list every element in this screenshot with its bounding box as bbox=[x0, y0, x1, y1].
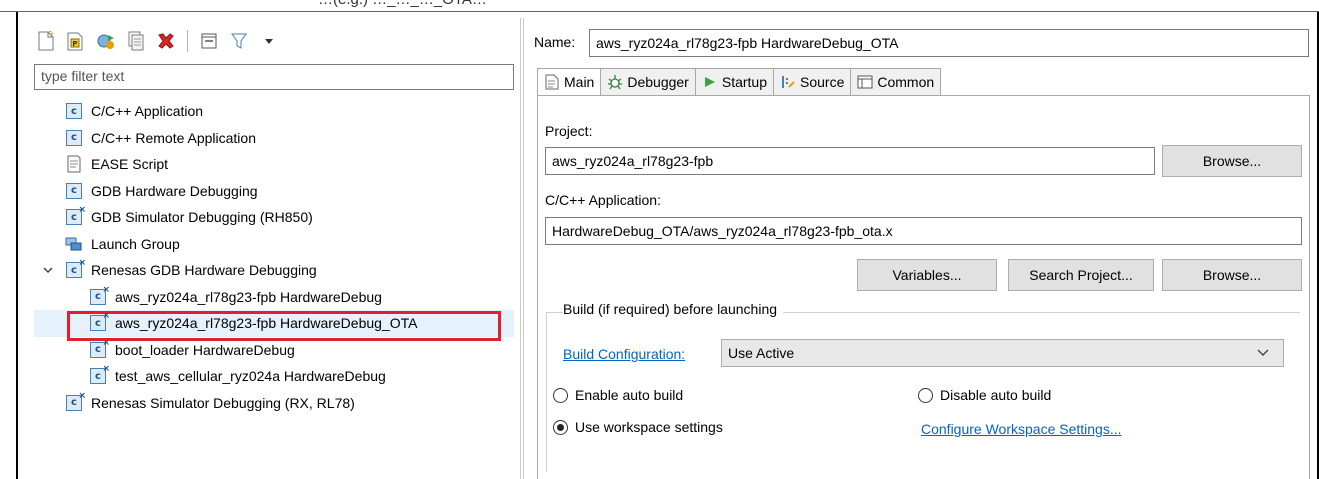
export-config-icon[interactable] bbox=[94, 29, 118, 53]
expanded-chevron-icon[interactable] bbox=[42, 264, 54, 276]
tree-item-label: GDB Simulator Debugging (RH850) bbox=[91, 209, 313, 226]
tab-source[interactable]: Source bbox=[774, 68, 852, 96]
toolbar-separator bbox=[187, 30, 188, 52]
cpp-application-label: C/C++ Application: bbox=[545, 192, 661, 208]
tree-item-renesas-gdb-hardware-debugging[interactable]: c Renesas GDB Hardware Debugging bbox=[34, 257, 514, 284]
tree-item-aws-hardwaredebug-ota[interactable]: c aws_ryz024a_rl78g23-fpb HardwareDebug_… bbox=[34, 310, 514, 337]
source-icon bbox=[780, 74, 796, 90]
tab-label: Common bbox=[877, 74, 935, 90]
c-multi-config-icon: c bbox=[64, 258, 86, 280]
radio-label: Use workspace settings bbox=[575, 419, 723, 435]
radio-circle-selected bbox=[553, 419, 568, 435]
main-tab-icon bbox=[544, 74, 560, 90]
tab-debugger[interactable]: Debugger bbox=[601, 68, 696, 96]
tree-item-aws-hardwaredebug[interactable]: c aws_ryz024a_rl78g23-fpb HardwareDebug bbox=[34, 284, 514, 311]
tree-item-label: EASE Script bbox=[91, 156, 169, 173]
c-config-icon: c bbox=[64, 101, 84, 121]
filter-icon[interactable] bbox=[227, 29, 251, 53]
use-workspace-settings-radio[interactable]: Use workspace settings bbox=[553, 419, 723, 435]
tab-main[interactable]: Main bbox=[537, 68, 602, 96]
c-config-icon: c bbox=[64, 181, 84, 201]
tree-item-label: C/C++ Application bbox=[91, 103, 204, 120]
project-label: Project: bbox=[545, 123, 593, 139]
pane-splitter[interactable] bbox=[520, 18, 524, 479]
filter-input[interactable]: type filter text bbox=[34, 64, 514, 90]
svg-text:P: P bbox=[72, 40, 77, 48]
variables-button[interactable]: Variables... bbox=[857, 259, 997, 291]
tree-item-label: Launch Group bbox=[91, 235, 180, 252]
launch-config-list-pane: P type filter text c C/C++ Application c bbox=[24, 18, 514, 479]
configure-workspace-settings-link[interactable]: Configure Workspace Settings... bbox=[921, 421, 1122, 437]
radio-circle bbox=[918, 387, 933, 403]
delete-config-icon[interactable] bbox=[154, 29, 178, 53]
tab-startup[interactable]: Startup bbox=[695, 68, 774, 96]
launch-config-editor: Name: aws_ryz024a_rl78g23-fpb HardwareDe… bbox=[529, 18, 1314, 479]
config-tabs: Main Debugger Startup Source Common bbox=[537, 68, 942, 96]
tree-item-cpp-application[interactable]: c C/C++ Application bbox=[34, 98, 514, 125]
build-group-title: Build (if required) before launching bbox=[563, 301, 784, 317]
enable-auto-build-radio[interactable]: Enable auto build bbox=[553, 387, 683, 403]
tree-item-gdb-simulator-debugging[interactable]: c GDB Simulator Debugging (RH850) bbox=[34, 204, 514, 231]
top-strip-text: …(e.g.) …_…_…_OTA… bbox=[318, 0, 487, 8]
c-multi-config-icon: c bbox=[64, 205, 86, 227]
tab-common[interactable]: Common bbox=[851, 68, 942, 96]
tree-item-label: Renesas GDB Hardware Debugging bbox=[91, 262, 317, 279]
browse-application-button[interactable]: Browse... bbox=[1162, 259, 1302, 291]
tab-label: Debugger bbox=[627, 74, 689, 90]
new-config-icon[interactable] bbox=[34, 29, 58, 53]
search-project-button[interactable]: Search Project... bbox=[1008, 259, 1154, 291]
tree-item-label: C/C++ Remote Application bbox=[91, 129, 256, 146]
tree-item-label: boot_loader HardwareDebug bbox=[115, 341, 295, 358]
tab-label: Source bbox=[800, 74, 845, 90]
c-multi-config-icon: c bbox=[88, 364, 110, 386]
tree-item-boot-loader-hardwaredebug[interactable]: c boot_loader HardwareDebug bbox=[34, 337, 514, 364]
c-multi-config-icon: c bbox=[88, 338, 110, 360]
cpp-application-field[interactable]: HardwareDebug_OTA/aws_ryz024a_rl78g23-fp… bbox=[545, 217, 1302, 245]
view-menu-chevron-down-icon[interactable] bbox=[257, 29, 281, 53]
c-config-icon: c bbox=[64, 128, 84, 148]
name-label: Name: bbox=[534, 34, 576, 50]
c-multi-config-icon: c bbox=[64, 391, 86, 413]
tree-item-launch-group[interactable]: Launch Group bbox=[34, 231, 514, 258]
c-multi-config-icon: c bbox=[88, 311, 110, 333]
project-field[interactable]: aws_ryz024a_rl78g23-fpb bbox=[545, 147, 1155, 175]
radio-label: Disable auto build bbox=[940, 387, 1052, 403]
disable-auto-build-radio[interactable]: Disable auto build bbox=[918, 387, 1051, 403]
config-name-field[interactable]: aws_ryz024a_rl78g23-fpb HardwareDebug_OT… bbox=[589, 29, 1309, 57]
tree-item-ease-script[interactable]: EASE Script bbox=[34, 151, 514, 178]
script-icon bbox=[64, 154, 84, 174]
launch-config-tree: c C/C++ Application c C/C++ Remote Appli… bbox=[34, 98, 514, 416]
tree-item-label: aws_ryz024a_rl78g23-fpb HardwareDebug_OT… bbox=[115, 315, 418, 332]
debugger-icon bbox=[607, 74, 623, 90]
tab-label: Main bbox=[564, 74, 595, 90]
c-multi-config-icon: c bbox=[88, 285, 110, 307]
chevron-down-icon bbox=[1257, 349, 1269, 356]
radio-circle bbox=[553, 387, 568, 403]
tree-item-cpp-remote-application[interactable]: c C/C++ Remote Application bbox=[34, 125, 514, 152]
tree-item-renesas-simulator-debugging[interactable]: c Renesas Simulator Debugging (RX, RL78) bbox=[34, 390, 514, 417]
collapse-all-icon[interactable] bbox=[197, 29, 221, 53]
tree-item-label: Renesas Simulator Debugging (RX, RL78) bbox=[91, 394, 355, 411]
top-strip: …(e.g.) …_…_…_OTA… bbox=[0, 0, 1319, 12]
duplicate-config-icon[interactable] bbox=[124, 29, 148, 53]
common-icon bbox=[857, 74, 873, 90]
new-prototype-icon[interactable]: P bbox=[64, 29, 88, 53]
tree-item-test-aws-cellular[interactable]: c test_aws_cellular_ryz024a HardwareDebu… bbox=[34, 363, 514, 390]
launch-config-toolbar: P bbox=[34, 26, 281, 56]
radio-label: Enable auto build bbox=[575, 387, 684, 403]
tree-item-label: aws_ryz024a_rl78g23-fpb HardwareDebug bbox=[115, 288, 382, 305]
browse-project-button[interactable]: Browse... bbox=[1162, 145, 1302, 177]
tree-item-gdb-hardware-debugging[interactable]: c GDB Hardware Debugging bbox=[34, 178, 514, 205]
startup-icon bbox=[702, 74, 718, 90]
tree-item-label: GDB Hardware Debugging bbox=[91, 182, 258, 199]
build-configuration-select[interactable]: Use Active bbox=[721, 339, 1284, 367]
launch-group-icon bbox=[64, 234, 84, 254]
build-configuration-value: Use Active bbox=[728, 345, 795, 361]
tab-label: Startup bbox=[721, 74, 767, 90]
build-configuration-link[interactable]: Build Configuration: bbox=[563, 346, 685, 362]
tree-item-label: test_aws_cellular_ryz024a HardwareDebug bbox=[115, 368, 386, 385]
